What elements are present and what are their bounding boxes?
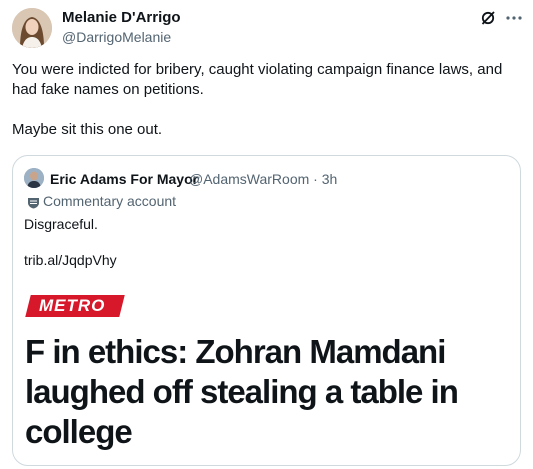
- author-handle[interactable]: @DarrigoMelanie: [62, 29, 171, 45]
- quoted-author-avatar[interactable]: [24, 168, 44, 188]
- tweet-text-paragraph-2: Maybe sit this one out.: [12, 121, 163, 138]
- tweet-text: You were indicted for bribery, caught vi…: [12, 60, 522, 160]
- commentary-account-label: Commentary account: [43, 193, 177, 209]
- media-headline[interactable]: F in ethics: Zohran Mamdani laughed off …: [25, 332, 517, 452]
- quoted-tweet-link[interactable]: trib.al/JqdpVhy: [24, 252, 117, 268]
- metro-badge-text: METRO: [39, 296, 106, 315]
- author-name[interactable]: Melanie D'Arrigo: [62, 9, 181, 26]
- quoted-tweet-card[interactable]: Eric Adams For Mayor @AdamsWarRoom · 3h …: [12, 155, 521, 466]
- more-icon[interactable]: [505, 10, 523, 26]
- quoted-author-handle[interactable]: @AdamsWarRoom · 3h: [189, 171, 337, 187]
- quoted-tweet-text: Disgraceful.: [24, 216, 98, 232]
- author-avatar[interactable]: [12, 8, 52, 48]
- grok-icon[interactable]: [480, 10, 496, 26]
- shield-icon: [27, 196, 40, 209]
- tweet-text-paragraph-1: You were indicted for bribery, caught vi…: [12, 61, 503, 98]
- quoted-author-name[interactable]: Eric Adams For Mayor: [50, 171, 198, 187]
